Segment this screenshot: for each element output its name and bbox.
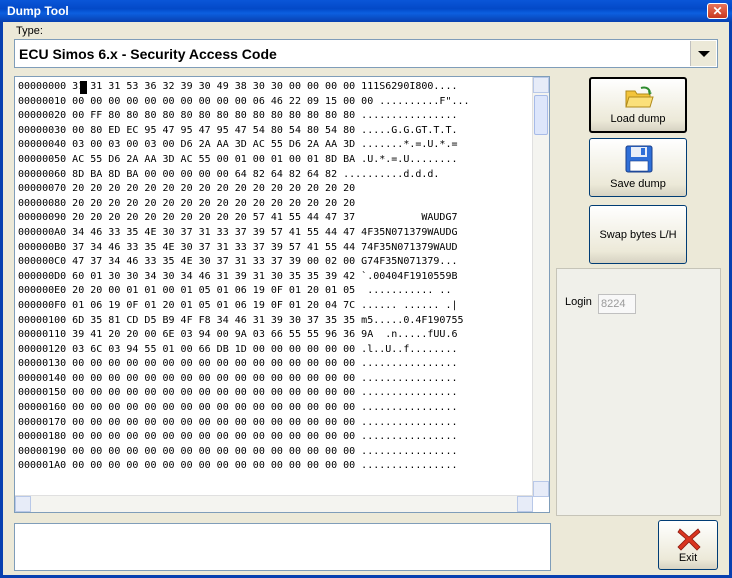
hex-line: 00000060 8D BA 8D BA 00 00 00 00 00 64 8… (18, 168, 440, 180)
swap-bytes-button[interactable]: Swap bytes L/H (589, 205, 687, 264)
hex-line: 00000070 20 20 20 20 20 20 20 20 20 20 2… (18, 183, 356, 195)
hex-line: 000000F0 01 06 19 0F 01 20 01 05 01 06 1… (18, 299, 458, 311)
hex-line: 00000020 00 FF 80 80 80 80 80 80 80 80 8… (18, 110, 458, 122)
hex-line: 00000030 00 80 ED EC 95 47 95 47 95 47 5… (18, 124, 458, 136)
type-selected-value: ECU Simos 6.x - Security Access Code (19, 46, 277, 62)
save-dump-button[interactable]: Save dump (589, 138, 687, 197)
hex-line: 00000050 AC 55 D6 2A AA 3D AC 55 00 01 0… (18, 153, 458, 165)
exit-label: Exit (678, 552, 698, 564)
load-dump-label: Load dump (610, 113, 666, 125)
folder-open-icon (625, 86, 654, 108)
hex-line: 000000A0 34 46 33 35 4E 30 37 31 33 37 3… (18, 226, 458, 238)
hex-line: 000000E0 20 20 00 01 01 00 01 05 01 06 1… (18, 285, 452, 297)
login-label: Login (565, 296, 592, 308)
exit-button[interactable]: Exit (658, 520, 718, 570)
hex-line: 00000000 31 31 31 53 36 32 39 30 49 38 3… (18, 81, 458, 92)
hex-line: 00000190 00 00 00 00 00 00 00 00 00 00 0… (18, 445, 458, 457)
text-cursor (80, 81, 87, 94)
hex-line: 000000C0 47 37 34 46 33 35 4E 30 37 31 3… (18, 256, 458, 268)
status-box (14, 523, 551, 571)
horizontal-scrollbar[interactable] (15, 495, 533, 512)
hex-line: 000000B0 37 34 46 33 35 4E 30 37 31 33 3… (18, 241, 458, 253)
scroll-up-button[interactable] (533, 77, 549, 93)
hex-line: 00000090 20 20 20 20 20 20 20 20 20 20 5… (18, 212, 458, 224)
hex-line: 00000180 00 00 00 00 00 00 00 00 00 00 0… (18, 431, 458, 443)
login-panel: Login 8224 (556, 268, 721, 516)
title-bar: Dump Tool ✕ (0, 0, 732, 22)
scroll-left-button[interactable] (15, 496, 31, 512)
floppy-disk-icon (625, 145, 653, 173)
chevron-down-icon[interactable] (690, 41, 716, 66)
hex-line: 00000120 03 6C 03 94 55 01 00 66 DB 1D 0… (18, 343, 458, 355)
load-dump-button[interactable]: Load dump (589, 77, 687, 133)
type-dropdown[interactable]: ECU Simos 6.x - Security Access Code (14, 39, 718, 68)
scroll-down-button[interactable] (533, 481, 549, 497)
hex-editor[interactable]: 00000000 31 31 31 53 36 32 39 30 49 38 3… (14, 76, 550, 513)
hex-line: 00000040 03 00 03 00 03 00 D6 2A AA 3D A… (18, 139, 458, 151)
window-title: Dump Tool (7, 4, 69, 18)
hex-line: 00000010 00 00 00 00 00 00 00 00 00 00 0… (18, 95, 470, 107)
save-dump-label: Save dump (610, 178, 666, 190)
hex-line: 00000080 20 20 20 20 20 20 20 20 20 20 2… (18, 197, 356, 209)
red-x-icon (677, 528, 701, 551)
hex-line: 00000160 00 00 00 00 00 00 00 00 00 00 0… (18, 402, 458, 414)
scroll-thumb[interactable] (534, 95, 548, 135)
hex-lines: 00000000 31 31 31 53 36 32 39 30 49 38 3… (18, 80, 533, 474)
vertical-scrollbar[interactable] (532, 77, 549, 497)
login-field[interactable]: 8224 (598, 294, 636, 314)
hex-line: 00000130 00 00 00 00 00 00 00 00 00 00 0… (18, 358, 458, 370)
hex-line: 00000170 00 00 00 00 00 00 00 00 00 00 0… (18, 416, 458, 428)
type-label: Type: (16, 25, 43, 37)
hex-line: 000001A0 00 00 00 00 00 00 00 00 00 00 0… (18, 460, 458, 472)
close-button[interactable]: ✕ (707, 3, 728, 19)
scroll-right-button[interactable] (517, 496, 533, 512)
hex-line: 000000D0 60 01 30 30 34 30 34 46 31 39 3… (18, 270, 458, 282)
hex-line: 00000140 00 00 00 00 00 00 00 00 00 00 0… (18, 372, 458, 384)
hex-line: 00000150 00 00 00 00 00 00 00 00 00 00 0… (18, 387, 458, 399)
hex-line: 00000100 6D 35 81 CD D5 B9 4F F8 34 46 3… (18, 314, 464, 326)
swap-bytes-label: Swap bytes L/H (599, 229, 677, 241)
hex-line: 00000110 39 41 20 20 00 6E 03 94 00 9A 0… (18, 329, 458, 341)
